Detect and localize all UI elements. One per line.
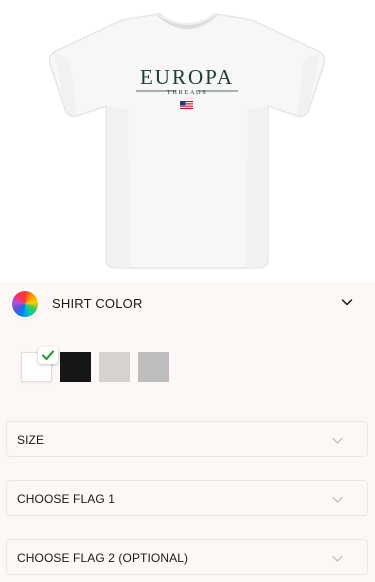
color-swatches: [21, 347, 169, 382]
swatch-black[interactable]: [60, 352, 91, 382]
flag1-label: CHOOSE FLAG 1: [17, 492, 115, 506]
tshirt-illustration: EUROPA THREADS: [48, 12, 326, 269]
shirt-color-label: SHIRT COLOR: [52, 296, 143, 311]
print-brand-text: EUROPA: [140, 65, 234, 89]
flag2-select[interactable]: CHOOSE FLAG 2 (OPTIONAL): [6, 539, 368, 575]
chevron-down-icon: [332, 555, 343, 562]
print-sub-text: THREADS: [167, 89, 207, 96]
swatch-gray[interactable]: [138, 352, 169, 382]
flag2-label: CHOOSE FLAG 2 (OPTIONAL): [17, 551, 189, 565]
swatch-white[interactable]: [21, 347, 58, 382]
checkmark-icon: [41, 350, 55, 361]
selected-check-badge: [38, 347, 58, 364]
color-wheel-icon: [12, 291, 38, 317]
flag1-select[interactable]: CHOOSE FLAG 1: [6, 480, 368, 516]
shirt-color-header[interactable]: SHIRT COLOR: [0, 282, 375, 326]
options-panel: SHIRT COLOR SIZE CHOOSE FLAG 1 CHOOSE FL…: [0, 282, 375, 582]
chevron-down-icon: [332, 496, 343, 503]
chevron-down-icon[interactable]: [341, 296, 353, 308]
us-flag-icon: [180, 101, 193, 109]
size-label: SIZE: [17, 433, 45, 447]
product-image: EUROPA THREADS: [0, 0, 375, 282]
size-select[interactable]: SIZE: [6, 421, 368, 457]
swatch-light-gray[interactable]: [99, 352, 130, 382]
chevron-down-icon: [332, 437, 343, 444]
